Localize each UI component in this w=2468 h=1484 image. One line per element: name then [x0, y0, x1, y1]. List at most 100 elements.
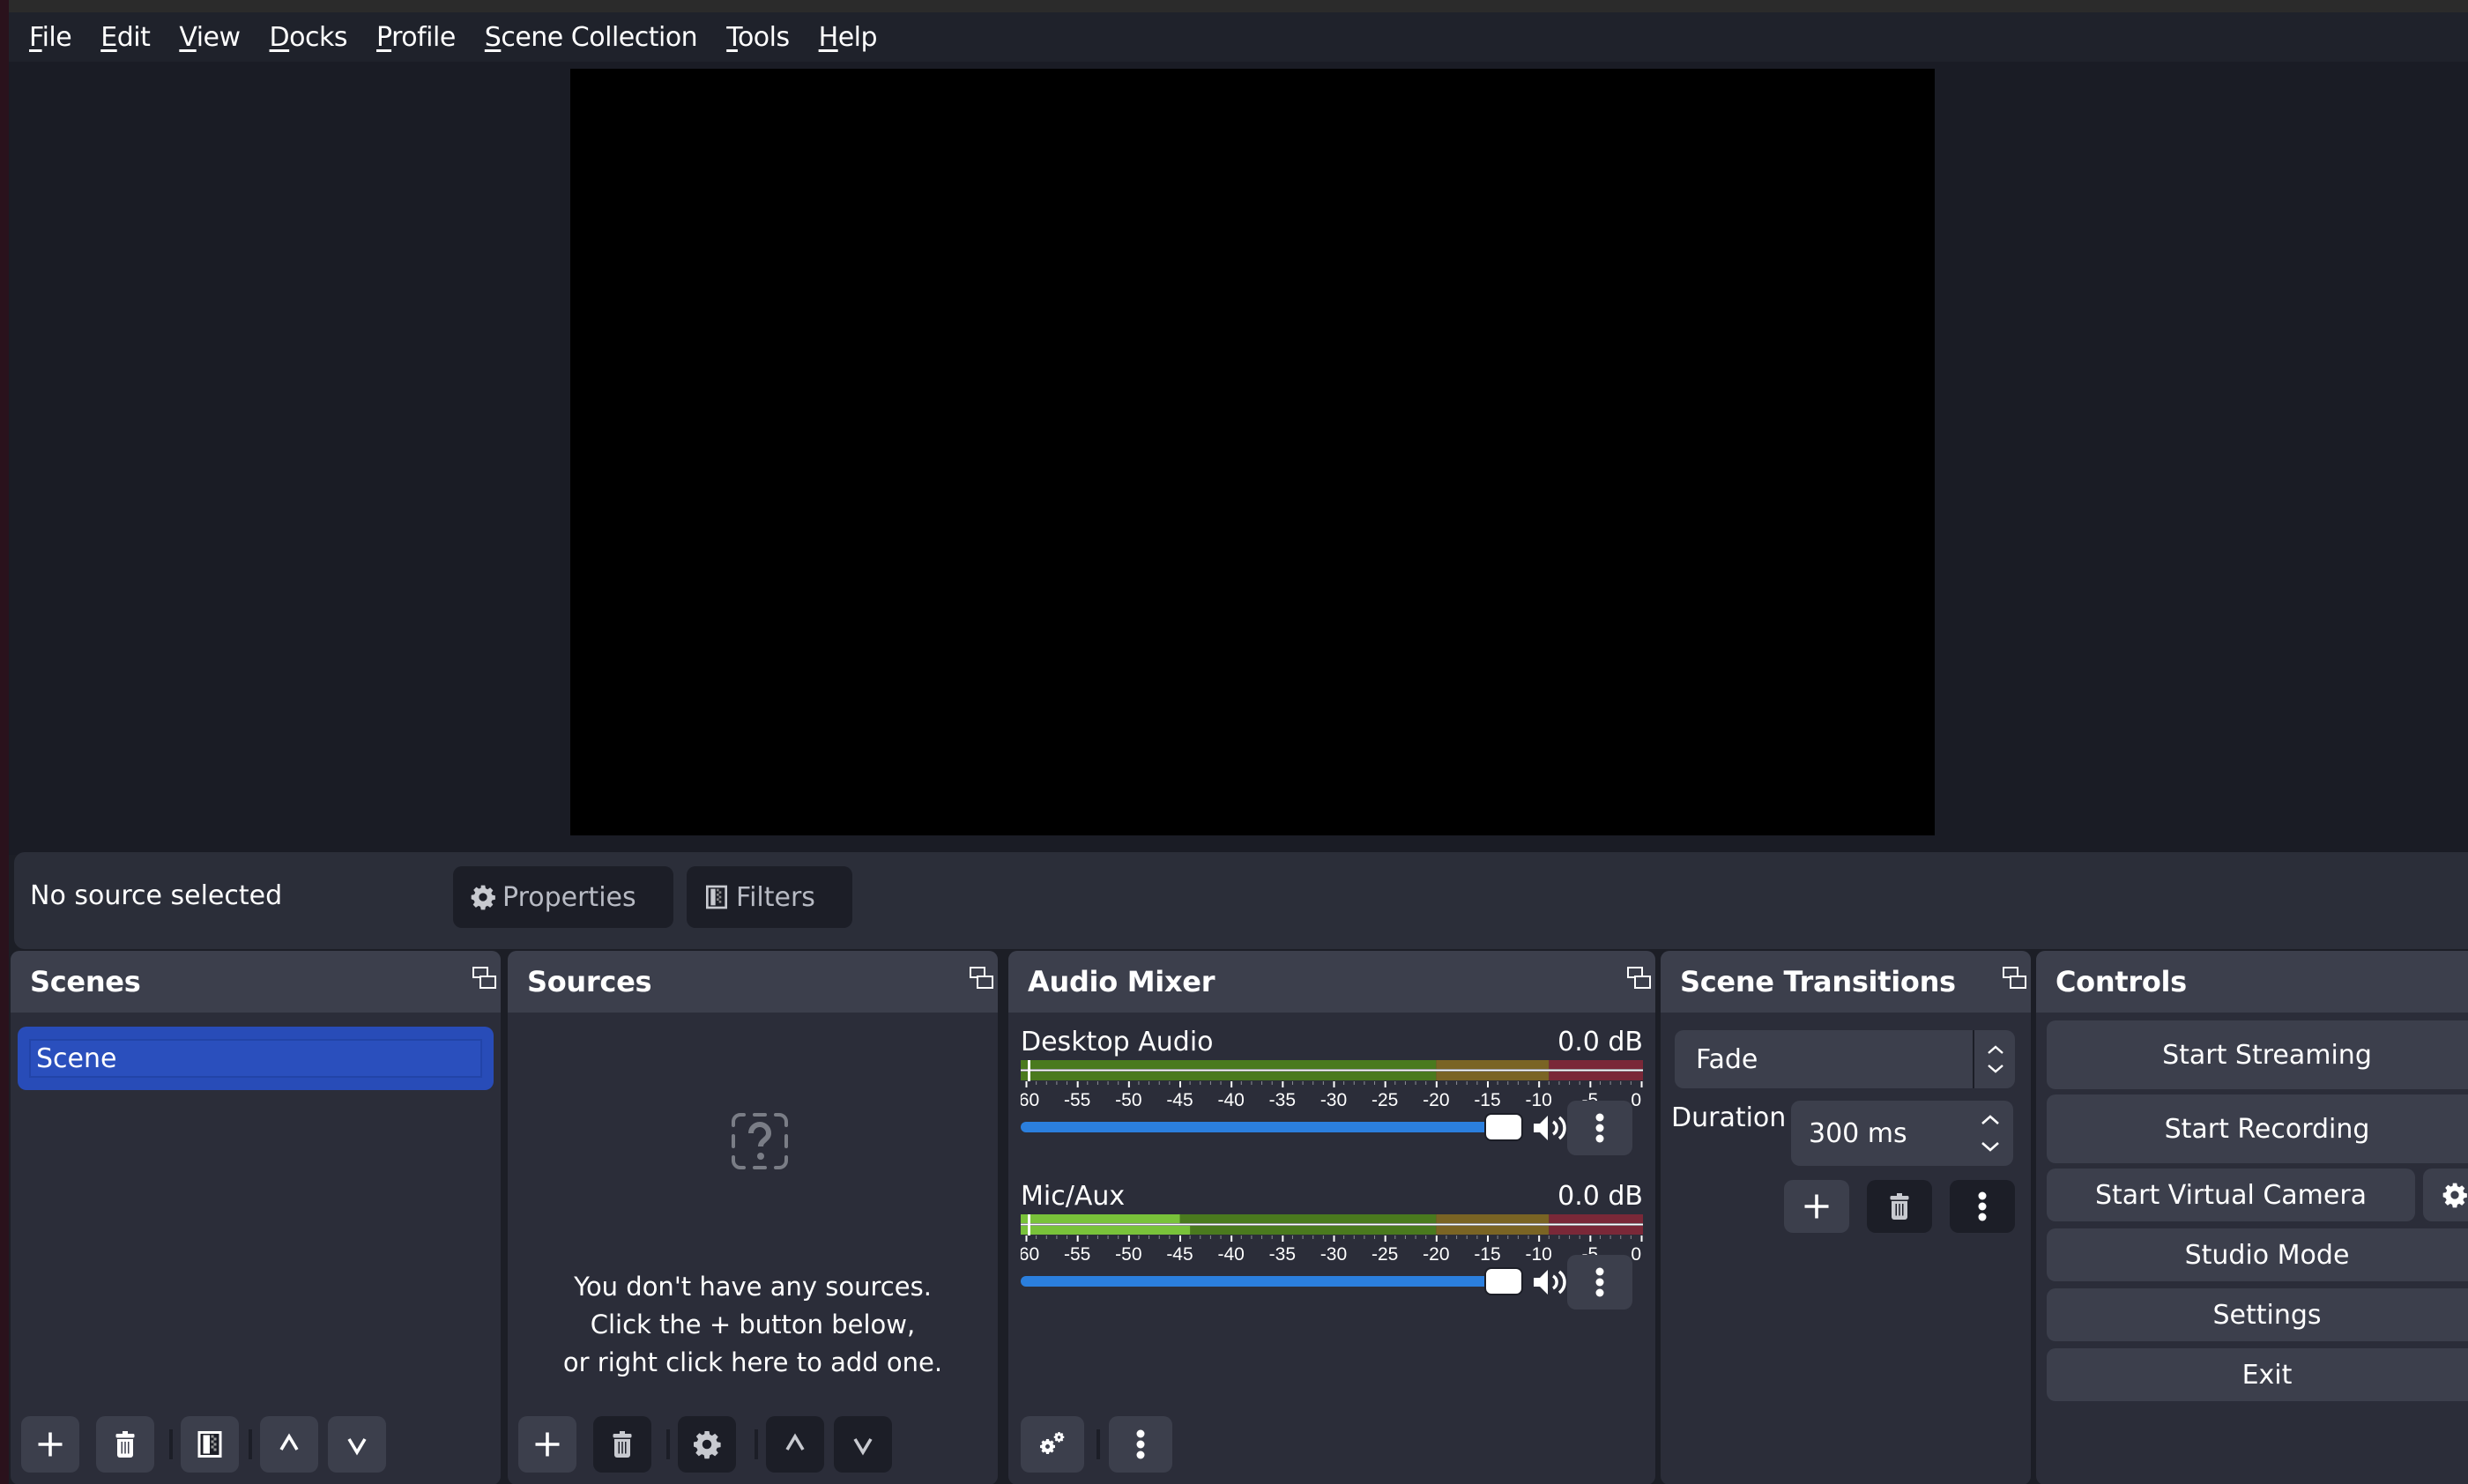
- meter-scale-label: -20: [1423, 1090, 1449, 1109]
- dock-title: Scenes: [30, 965, 141, 998]
- meter-tick: [1179, 1081, 1181, 1087]
- menu-edit[interactable]: Edit: [100, 21, 151, 53]
- transition-select-value: Fade: [1696, 1043, 1758, 1075]
- sources-dock-header: Sources: [508, 951, 998, 1013]
- gears-icon: [1040, 1432, 1065, 1454]
- meter-scale-label: -15: [1474, 1090, 1500, 1109]
- toolbar-separator: [249, 1429, 252, 1459]
- controls-dock-header: Controls: [2036, 951, 2468, 1013]
- undock-icon[interactable]: [1627, 967, 1652, 990]
- virtual-camera-config-button[interactable]: [2423, 1169, 2468, 1221]
- meter-tick: [1404, 1081, 1406, 1085]
- channel-menu-button[interactable]: [1567, 1255, 1632, 1310]
- volume-slider[interactable]: [1021, 1265, 1523, 1297]
- move-scene-up-button[interactable]: [260, 1416, 318, 1473]
- undock-icon[interactable]: [970, 967, 994, 990]
- add-source-button[interactable]: [518, 1416, 576, 1473]
- start-virtual-camera-button[interactable]: Start Virtual Camera: [2047, 1169, 2415, 1221]
- volume-slider-handle[interactable]: [1484, 1113, 1523, 1141]
- channel-menu-button[interactable]: [1567, 1101, 1632, 1155]
- studio-mode-button[interactable]: Studio Mode: [2047, 1228, 2468, 1281]
- meter-tick: [1282, 1081, 1284, 1087]
- start-recording-button[interactable]: Start Recording: [2047, 1094, 2468, 1163]
- meter-scale-label: -50: [1115, 1244, 1141, 1264]
- meter-tick: [1569, 1235, 1571, 1239]
- trash-icon: [1890, 1193, 1909, 1220]
- filters-button[interactable]: Filters: [687, 866, 852, 928]
- meter-scale-label: -25: [1372, 1090, 1398, 1109]
- speaker-icon[interactable]: [1532, 1113, 1569, 1143]
- move-source-up-button[interactable]: [766, 1416, 824, 1473]
- meter-tick: [1087, 1081, 1089, 1085]
- menu-label: dit: [116, 21, 151, 53]
- duration-spinbox[interactable]: 300 ms: [1791, 1101, 2013, 1166]
- undock-icon[interactable]: [472, 967, 497, 990]
- spin-arrows-icon[interactable]: [1978, 1111, 2003, 1155]
- settings-button[interactable]: Settings: [2047, 1288, 2468, 1341]
- meter-tick: [1609, 1235, 1611, 1239]
- scene-filters-button[interactable]: [181, 1416, 239, 1473]
- menu-label: iew: [196, 21, 241, 53]
- transition-select[interactable]: Fade: [1675, 1030, 2015, 1088]
- volume-slider-handle[interactable]: [1484, 1267, 1523, 1295]
- menu-view[interactable]: View: [179, 21, 241, 53]
- meter-tick: [1404, 1235, 1406, 1239]
- meter-tick: [1118, 1081, 1119, 1085]
- add-icon: [38, 1432, 63, 1457]
- menu-docks[interactable]: Docks: [270, 21, 348, 53]
- mixer-menu-button[interactable]: [1109, 1416, 1172, 1473]
- meter-scale-label: -60: [1021, 1090, 1039, 1109]
- meter-tick: [1056, 1235, 1058, 1239]
- menu-profile[interactable]: Profile: [376, 22, 456, 53]
- audio-mixer-dock: Audio Mixer Desktop Audio 0.0 dB -60 -55 -…: [1008, 951, 1655, 1484]
- meter-tick: [1620, 1081, 1622, 1085]
- meter-tick: [1261, 1235, 1263, 1239]
- program-preview[interactable]: [570, 69, 1935, 835]
- speaker-icon[interactable]: [1532, 1267, 1569, 1297]
- move-source-down-button[interactable]: [834, 1416, 892, 1473]
- scene-list-item[interactable]: Scene: [18, 1027, 494, 1090]
- move-scene-down-button[interactable]: [328, 1416, 386, 1473]
- properties-button[interactable]: Properties: [453, 866, 673, 928]
- menu-mnemonic: P: [376, 21, 392, 53]
- channel-name: Desktop Audio: [1021, 1027, 1214, 1057]
- meter-tick: [1096, 1081, 1098, 1085]
- advanced-audio-properties-button[interactable]: [1021, 1416, 1084, 1473]
- source-properties-button[interactable]: [678, 1416, 736, 1473]
- properties-label: Properties: [502, 881, 636, 913]
- remove-transition-button[interactable]: [1867, 1180, 1932, 1233]
- menu-tools[interactable]: Tools: [726, 22, 790, 53]
- filter-icon: [706, 885, 727, 909]
- empty-line: You don't have any sources.: [574, 1272, 932, 1302]
- menu-label: ocks: [289, 21, 347, 53]
- meter-tick: [1138, 1235, 1140, 1239]
- meter-tick: [1220, 1081, 1222, 1085]
- meter-tick: [1138, 1081, 1140, 1085]
- remove-scene-button[interactable]: [96, 1416, 154, 1473]
- desktop-edge: [0, 0, 9, 1484]
- menu-scene-collection[interactable]: Scene Collection: [485, 22, 698, 53]
- meter-tick: [1353, 1235, 1355, 1239]
- sources-list-empty[interactable]: You don't have any sources. Click the + …: [508, 1013, 998, 1400]
- volume-slider[interactable]: [1021, 1111, 1523, 1143]
- audio-mixer-dock-header: Audio Mixer: [1008, 951, 1655, 1013]
- menu-file[interactable]: File: [29, 22, 72, 53]
- meter-tick: [1312, 1235, 1314, 1239]
- meter-scale-label: -60: [1021, 1244, 1039, 1264]
- add-scene-button[interactable]: [21, 1416, 79, 1473]
- meter-scale-label: -40: [1217, 1244, 1244, 1264]
- add-transition-button[interactable]: [1784, 1180, 1849, 1233]
- scene-transitions-dock: Scene Transitions Fade Duration 300 ms: [1661, 951, 2031, 1484]
- meter-tick: [1394, 1081, 1396, 1085]
- volume-slider-track: [1021, 1122, 1514, 1132]
- start-streaming-button[interactable]: Start Streaming: [2047, 1020, 2468, 1089]
- undock-icon[interactable]: [2003, 967, 2027, 990]
- meter-tick: [1333, 1081, 1335, 1087]
- menu-help[interactable]: Help: [819, 22, 878, 53]
- remove-source-button[interactable]: [593, 1416, 651, 1473]
- meter-red-zone: [1549, 1072, 1643, 1080]
- exit-button[interactable]: Exit: [2047, 1348, 2468, 1401]
- transition-properties-button[interactable]: [1950, 1180, 2015, 1233]
- meter-level: [1021, 1226, 1191, 1235]
- meter-tick: [1640, 1235, 1643, 1242]
